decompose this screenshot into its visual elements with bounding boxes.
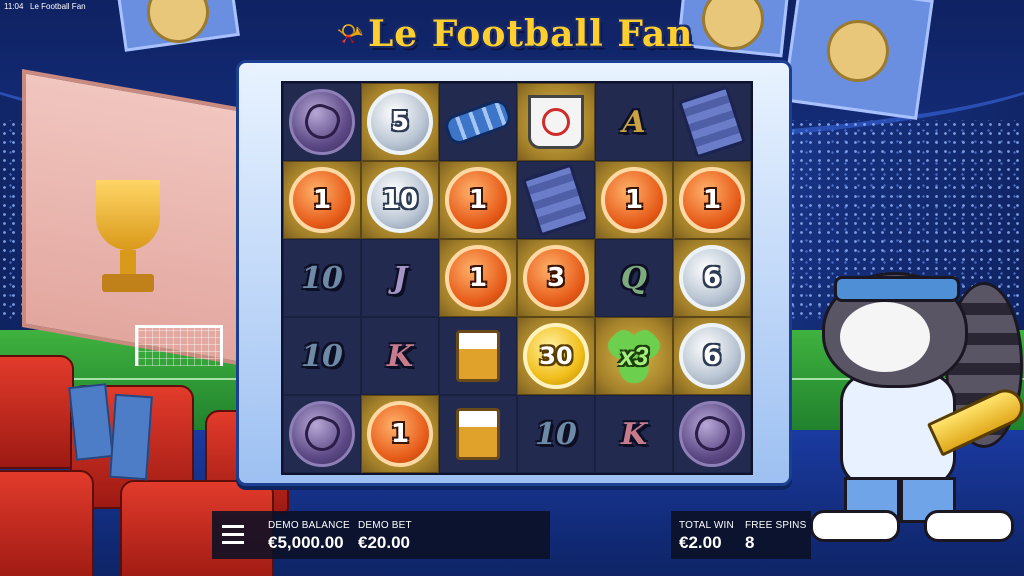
beer-mug-icon: [456, 330, 500, 382]
reel-cell: [283, 395, 361, 473]
reel-cell: [673, 83, 751, 161]
reel-cell: J: [361, 239, 439, 317]
reel-cell: [673, 395, 751, 473]
silver-coin-icon: 6: [679, 245, 745, 311]
demo-balance-label: DEMO BALANCE: [268, 520, 350, 531]
reel-cell: Q: [595, 239, 673, 317]
football-icon: [679, 401, 745, 467]
clock: 11:04: [4, 2, 24, 11]
reel-cell: [517, 161, 595, 239]
silver-coin-icon: 6: [679, 323, 745, 389]
clover-multiplier-icon: x3: [601, 323, 667, 389]
horn-icon: 📯: [336, 21, 364, 46]
total-win-value: €2.00: [679, 533, 722, 552]
reel-cell: 6: [673, 317, 751, 395]
bronze-coin-icon: 1: [679, 167, 745, 233]
reel-cell: A: [595, 83, 673, 161]
reel-area: 5 A 1 10 1 1 1 10 J 1 3 Q 6 10 K 30 x3 6 1 10 K: [281, 81, 753, 475]
demo-bet-value: €20.00: [358, 533, 410, 552]
reel-cell: 10: [361, 161, 439, 239]
game-title: Le Football Fan: [367, 13, 694, 55]
seat-scarf: [109, 393, 153, 481]
football-icon: [289, 401, 355, 467]
reel-cell: 1: [595, 161, 673, 239]
silver-coin-icon: 10: [367, 167, 433, 233]
reel-cell: 6: [673, 239, 751, 317]
multiplier-label: x3: [619, 340, 649, 371]
reel-cell: 5: [361, 83, 439, 161]
reel-cell: K: [595, 395, 673, 473]
ticket-icon: [522, 163, 590, 237]
reel-cell: 1: [439, 161, 517, 239]
bronze-coin-icon: 1: [445, 245, 511, 311]
gold-coin-icon: 30: [523, 323, 589, 389]
silver-coin-icon: 5: [367, 89, 433, 155]
reel-cell: 1: [361, 395, 439, 473]
reel-frame: 5 A 1 10 1 1 1 10 J 1 3 Q 6 10 K 30 x3 6 1 10 K: [236, 60, 792, 486]
status-bar: 11:04 Le Football Fan: [0, 0, 1024, 14]
reel-cell: [439, 317, 517, 395]
reel-cell: 1: [673, 161, 751, 239]
letter-symbol: 10: [535, 416, 577, 452]
letter-symbol: A: [622, 104, 646, 140]
reel-cell: [439, 83, 517, 161]
reel-cell: x3: [595, 317, 673, 395]
trophy-icon: [88, 180, 168, 300]
game-logo: 📯 Le Football Fan: [330, 12, 700, 56]
letter-symbol: 10: [301, 338, 343, 374]
reel-cell: 3: [517, 239, 595, 317]
free-spins-label: FREE SPINS: [745, 520, 807, 531]
goal-net: [135, 325, 223, 366]
ticket-icon: [678, 85, 746, 159]
reel-cell: 1: [283, 161, 361, 239]
total-win: TOTAL WIN €2.00: [679, 520, 734, 553]
raccoon-mascot: [800, 262, 1024, 542]
bronze-coin-icon: 1: [445, 167, 511, 233]
reel-cell: K: [361, 317, 439, 395]
bronze-coin-icon: 1: [289, 167, 355, 233]
stadium-seat: [0, 355, 74, 469]
hamburger-menu-icon[interactable]: [222, 525, 246, 545]
letter-symbol: 10: [301, 260, 343, 296]
demo-balance-value: €5,000.00: [268, 533, 344, 552]
raccoon-flag: [782, 0, 934, 120]
free-spins-value: 8: [745, 533, 755, 552]
raccoon-badge-icon: [822, 15, 894, 86]
letter-symbol: K: [620, 416, 648, 452]
headband: [834, 276, 960, 302]
total-win-label: TOTAL WIN: [679, 520, 734, 531]
demo-bet-label: DEMO BET: [358, 520, 412, 531]
bronze-coin-icon: 3: [523, 245, 589, 311]
reel-cell: 10: [283, 317, 361, 395]
scarf-icon: [441, 96, 515, 148]
stadium-seat: [0, 470, 94, 576]
letter-symbol: K: [386, 338, 414, 374]
letter-symbol: J: [392, 260, 408, 296]
free-spins: FREE SPINS 8: [745, 520, 806, 553]
reel-cell: 10: [517, 395, 595, 473]
balance-panel: DEMO BALANCE €5,000.00 DEMO BET €20.00: [212, 511, 550, 559]
reel-cell: 10: [283, 239, 361, 317]
letter-symbol: Q: [620, 260, 648, 296]
reel-cell: [283, 83, 361, 161]
bronze-coin-icon: 1: [601, 167, 667, 233]
seat-scarf: [68, 383, 114, 461]
tab-title: Le Football Fan: [30, 2, 86, 11]
reel-cell: 1: [439, 239, 517, 317]
demo-bet[interactable]: DEMO BET €20.00: [358, 520, 412, 553]
win-panel: TOTAL WIN €2.00 FREE SPINS 8: [671, 511, 811, 559]
symbol-grid: 5 A 1 10 1 1 1 10 J 1 3 Q 6 10 K 30 x3 6 1 10 K: [283, 83, 751, 473]
reel-cell: 30: [517, 317, 595, 395]
cup-icon: [528, 95, 584, 149]
reel-cell: [517, 83, 595, 161]
beer-mug-icon: [456, 408, 500, 460]
football-icon: [289, 89, 355, 155]
demo-balance: DEMO BALANCE €5,000.00: [268, 520, 350, 553]
reel-cell: [439, 395, 517, 473]
bronze-coin-icon: 1: [367, 401, 433, 467]
